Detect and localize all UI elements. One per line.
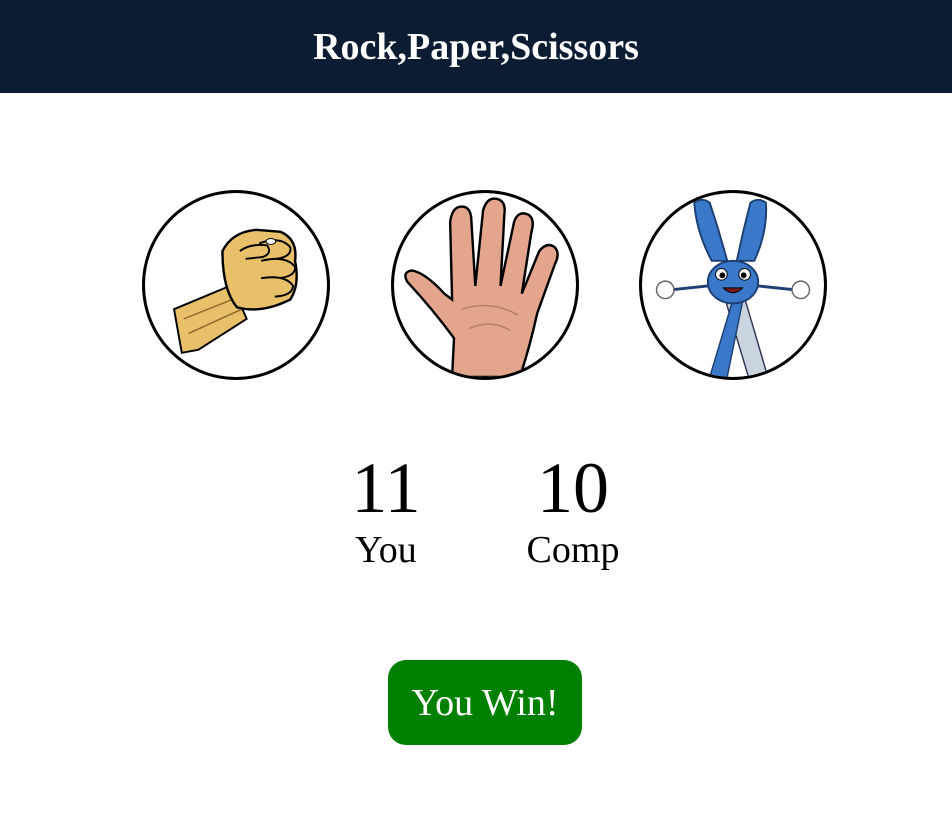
scissors-character-icon: [655, 198, 811, 377]
paper-hand-icon: [404, 197, 559, 377]
choices-container: [0, 190, 952, 384]
choice-rock[interactable]: [142, 190, 330, 380]
comp-score-block: 10 Comp: [505, 448, 641, 572]
choice-paper[interactable]: [391, 190, 579, 380]
user-score: 11: [351, 448, 421, 528]
comp-score-label: Comp: [526, 529, 620, 571]
choice-scissors[interactable]: [639, 190, 827, 380]
user-score-block: 11 You: [336, 448, 436, 572]
result-message: You Win!: [388, 660, 582, 745]
app-header: Rock,Paper,Scissors: [0, 0, 952, 93]
comp-score: 10: [537, 448, 609, 528]
rock-fist-icon: [172, 228, 298, 354]
user-score-label: You: [355, 529, 417, 571]
page-title: Rock,Paper,Scissors: [313, 25, 639, 68]
